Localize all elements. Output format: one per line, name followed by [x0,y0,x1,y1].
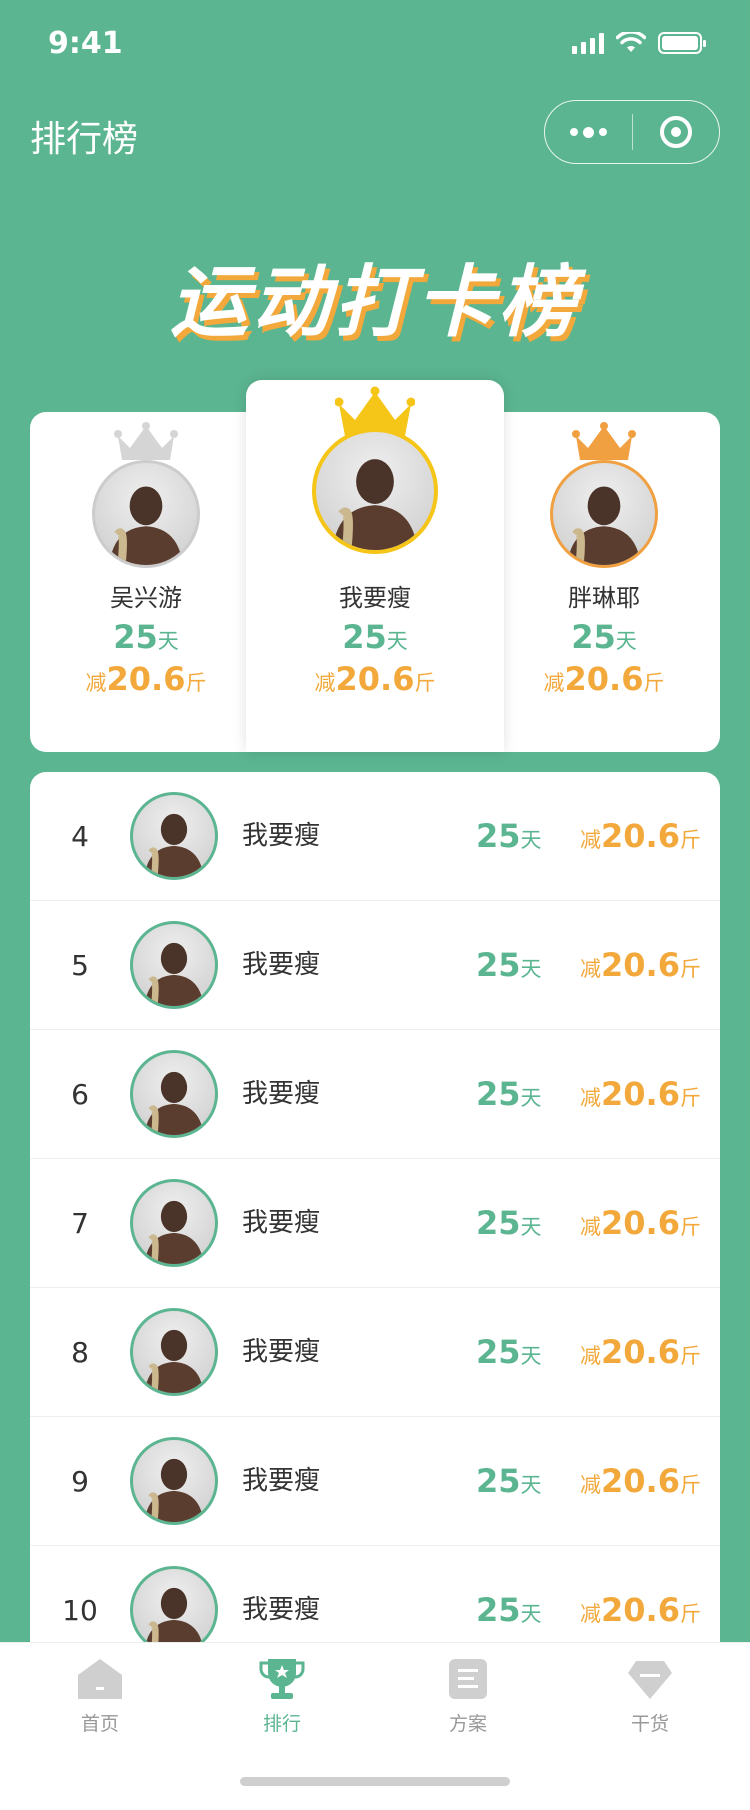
wifi-icon [616,32,646,52]
signal-icon [572,32,604,54]
avatar [130,1179,218,1267]
weight-loss: 减20.6斤 [580,1204,701,1242]
list-item[interactable]: 6 我要瘦 25天 减20.6斤 [30,1030,720,1159]
battery-icon [658,32,706,54]
tab-ranking[interactable]: 排行 [222,1657,342,1736]
tab-label: 排行 [262,1713,301,1735]
page-title: 排行榜 [30,119,139,160]
podium-rank-1[interactable]: 我要瘦 25天 减20.6斤 [246,380,504,752]
weight-loss: 减20.6斤 [580,1462,701,1500]
status-bar: 9:41 [0,0,750,90]
close-miniprogram-button[interactable] [633,101,720,163]
user-name: 我要瘦 [242,1337,321,1367]
podium-days: 25天 [113,618,179,656]
podium-days: 25天 [342,618,408,656]
avatar [130,1566,218,1654]
more-button[interactable] [545,101,632,163]
avatar [130,792,218,880]
tab-knowledge[interactable]: 干货 [590,1657,710,1736]
podium-days: 25天 [571,618,637,656]
trophy-icon [259,1659,305,1699]
list-item[interactable]: 8 我要瘦 25天 减20.6斤 [30,1288,720,1417]
days-count: 25天 [476,1075,542,1113]
avatar [130,1050,218,1138]
tab-label: 干货 [630,1713,669,1735]
home-icon [78,1659,122,1699]
diamond-icon [628,1661,672,1699]
miniprogram-capsule [544,100,720,164]
rank-number: 9 [71,1465,89,1498]
bronze-crown-icon [572,422,636,460]
status-icons [572,32,706,54]
list-item[interactable]: 4 我要瘦 25天 减20.6斤 [30,772,720,901]
user-name: 我要瘦 [242,1079,321,1109]
avatar [130,1308,218,1396]
days-count: 25天 [476,1204,542,1242]
days-count: 25天 [476,946,542,984]
podium-rank-2[interactable]: 吴兴游 25天 减20.6斤 [30,412,262,752]
document-icon [449,1659,487,1699]
avatar [312,428,438,554]
more-icon [569,126,607,138]
list-item[interactable]: 7 我要瘦 25天 减20.6斤 [30,1159,720,1288]
user-name: 我要瘦 [242,1208,321,1238]
rank-number: 6 [71,1078,89,1111]
avatar [130,921,218,1009]
podium-loss: 减20.6斤 [314,660,436,698]
avatar [550,460,658,568]
rank-number: 8 [71,1336,89,1369]
tab-plan[interactable]: 方案 [408,1657,528,1736]
rank-number: 7 [71,1207,89,1240]
status-time: 9:41 [48,26,123,61]
podium-rank-3[interactable]: 胖琳耶 25天 减20.6斤 [488,412,720,752]
user-name: 我要瘦 [242,821,321,851]
podium-name: 吴兴游 [110,584,182,612]
tab-label: 方案 [448,1713,487,1735]
tab-home[interactable]: 首页 [40,1657,160,1736]
days-count: 25天 [476,817,542,855]
podium-loss: 减20.6斤 [543,660,665,698]
podium-name: 胖琳耶 [568,584,640,612]
podium-loss: 减20.6斤 [85,660,207,698]
user-name: 我要瘦 [242,950,321,980]
days-count: 25天 [476,1462,542,1500]
weight-loss: 减20.6斤 [580,1075,701,1113]
tab-label: 首页 [80,1713,119,1735]
weight-loss: 减20.6斤 [580,1333,701,1371]
target-icon [659,116,692,148]
rank-number: 4 [71,820,89,853]
silver-crown-icon [114,422,178,460]
weight-loss: 减20.6斤 [580,946,701,984]
list-item[interactable]: 5 我要瘦 25天 减20.6斤 [30,901,720,1030]
avatar [130,1437,218,1525]
podium: 吴兴游 25天 减20.6斤 我要瘦 25天 减20.6斤 胖琳耶 25天 减2… [30,380,720,752]
avatar [92,460,200,568]
list-item[interactable]: 9 我要瘦 25天 减20.6斤 [30,1417,720,1546]
weight-loss: 减20.6斤 [580,817,701,855]
podium-name: 我要瘦 [339,584,411,612]
days-count: 25天 [476,1333,542,1371]
user-name: 我要瘦 [242,1466,321,1496]
hero-title: 运动打卡榜 [169,258,580,348]
home-indicator [240,1777,510,1786]
rank-number: 5 [71,949,89,982]
